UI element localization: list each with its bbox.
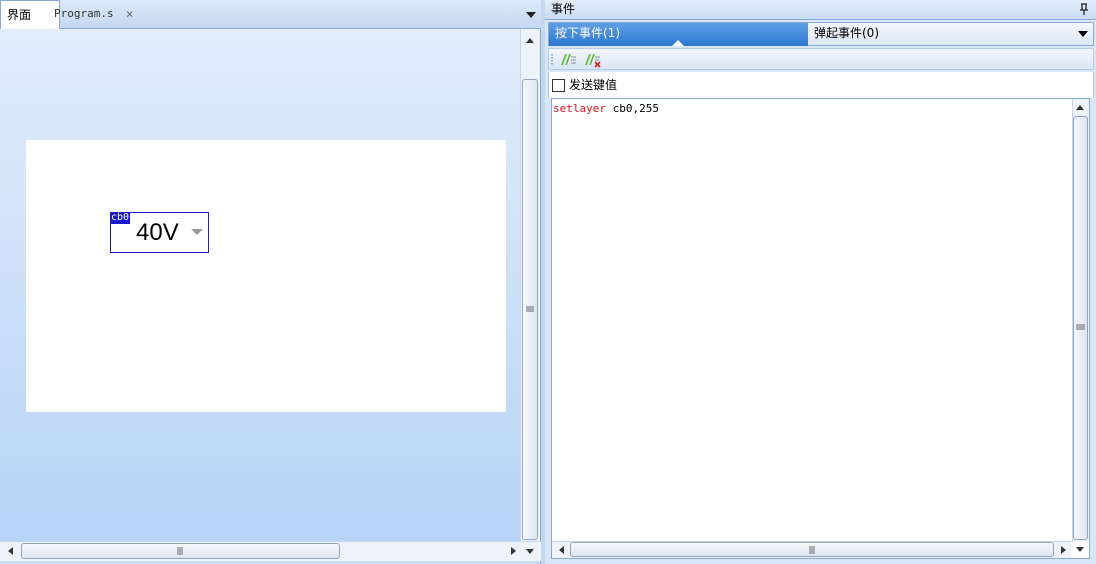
document-tabstrip: 界面 Program.s × — [0, 0, 541, 31]
close-icon[interactable]: × — [126, 0, 133, 28]
tab-label: 弹起事件(0) — [814, 26, 879, 40]
grip-icon — [522, 302, 538, 316]
tab-label: Program.s — [54, 7, 114, 20]
grip-icon — [173, 544, 187, 558]
toolbar-grip-icon — [551, 53, 554, 67]
tab-list-dropdown-icon[interactable] — [525, 9, 537, 19]
screen-canvas[interactable] — [26, 140, 506, 412]
panel-title: 事件 — [551, 2, 576, 16]
combobox-value: 40V — [136, 219, 179, 246]
scroll-up-icon[interactable] — [1073, 100, 1088, 114]
chevron-down-icon — [191, 229, 203, 235]
scroll-right-icon[interactable] — [1056, 543, 1070, 557]
control-id-tag: cb0 — [110, 212, 131, 224]
tab-release-event[interactable]: 弹起事件(0) — [814, 23, 879, 45]
scroll-down-icon[interactable] — [1073, 542, 1088, 556]
grip-icon — [1073, 320, 1088, 334]
uncomment-icon[interactable] — [583, 52, 603, 68]
scroll-down-icon[interactable] — [523, 544, 537, 558]
editor-toolbar — [548, 48, 1094, 70]
active-tab-indicator — [672, 40, 684, 46]
grip-icon — [805, 543, 819, 557]
code-line[interactable]: setlayer cb0,255 — [553, 102, 659, 116]
code-arguments: cb0,255 — [605, 102, 659, 115]
code-editor[interactable] — [551, 98, 1090, 559]
send-key-checkbox[interactable] — [552, 79, 565, 92]
send-key-label: 发送键值 — [569, 78, 618, 92]
scroll-left-icon[interactable] — [4, 544, 18, 558]
tab-label: 按下事件(1) — [555, 26, 620, 40]
code-keyword: setlayer — [553, 102, 606, 115]
scroll-up-icon[interactable] — [522, 33, 538, 47]
tab-label: 界面 — [7, 8, 32, 22]
tab-program[interactable]: Program.s × — [48, 0, 160, 29]
panel-titlebar: 事件 — [545, 0, 1096, 20]
scroll-left-icon[interactable] — [555, 543, 569, 557]
event-options — [548, 72, 1094, 98]
pin-icon[interactable] — [1078, 2, 1090, 16]
chevron-down-icon[interactable] — [1078, 31, 1088, 37]
comment-icon[interactable] — [559, 52, 577, 68]
scroll-right-icon[interactable] — [506, 544, 520, 558]
